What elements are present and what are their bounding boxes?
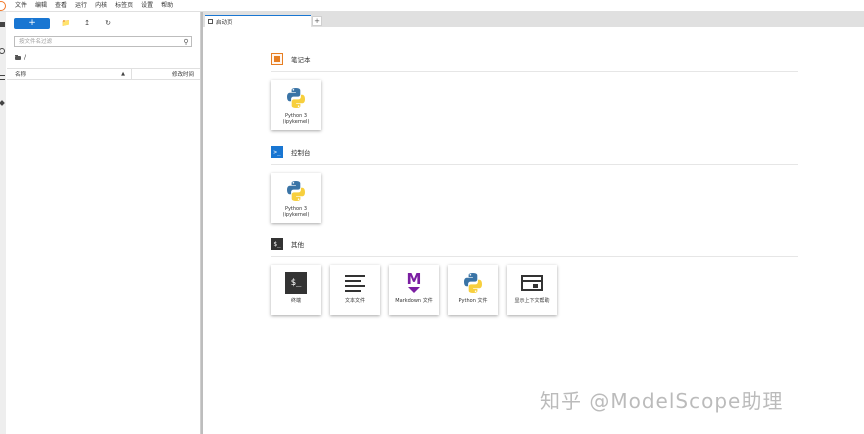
column-header-modified[interactable]: 修改时间 [132, 70, 200, 78]
breadcrumb: / [15, 54, 26, 61]
context-help-icon [521, 275, 543, 291]
section-title-console: 控制台 [291, 149, 311, 157]
menu-file[interactable]: 文件 [11, 0, 31, 11]
refresh-icon[interactable]: ↻ [103, 18, 113, 28]
section-header-console: >_ 控制台 [271, 145, 798, 165]
card-label: Python 文件 [458, 298, 488, 304]
file-browser-folder-icon[interactable] [0, 22, 5, 27]
file-browser-toolbar: + 📁 ↥ ↻ [14, 17, 113, 29]
launcher-section-notebook: 笔记本 Python 3 (ipykernel) [271, 52, 798, 130]
command-palette-icon[interactable] [0, 75, 5, 80]
column-header-name-label: 名称 [15, 72, 27, 78]
card-label: Python 3 (ipykernel) [282, 206, 310, 218]
menu-edit[interactable]: 编辑 [31, 0, 51, 11]
extension-puzzle-icon[interactable] [0, 100, 5, 106]
tab-launcher-label: 启动页 [216, 19, 233, 26]
jupyterlab-window: 文件 编辑 查看 运行 内核 标签页 设置 帮助 + 📁 ↥ ↻ ⚲ / [0, 0, 864, 434]
tab-bar: 启动页 + [203, 12, 864, 27]
left-activity-bar [0, 12, 6, 434]
tab-launcher[interactable]: 启动页 [205, 15, 311, 27]
terminal-icon: $_ [271, 238, 283, 250]
section-header-notebook: 笔记本 [271, 52, 798, 72]
terminal-icon: $_ [285, 272, 307, 294]
home-folder-icon[interactable] [15, 54, 21, 60]
launcher-card-context-help[interactable]: 显示上下文帮助 [507, 265, 557, 315]
section-title-other: 其他 [291, 241, 304, 249]
card-label: 文本文件 [344, 298, 365, 304]
launcher-card-notebook-python3[interactable]: Python 3 (ipykernel) [271, 80, 321, 130]
add-tab-button[interactable]: + [312, 16, 322, 26]
launcher-card-markdown-file[interactable]: M Markdown 文件 [389, 265, 439, 315]
running-sessions-icon[interactable] [0, 48, 5, 54]
card-label: 显示上下文帮助 [514, 298, 550, 304]
launcher-tab-icon [208, 19, 213, 24]
markdown-icon: M [403, 272, 425, 294]
column-header-name[interactable]: 名称 ▲ [7, 69, 132, 79]
launcher-section-console: >_ 控制台 Python 3 (ipykernel) [271, 145, 798, 223]
console-icon: >_ [271, 146, 283, 158]
upload-icon[interactable]: ↥ [82, 18, 92, 28]
new-launcher-button[interactable]: + [14, 17, 50, 29]
menu-run[interactable]: 运行 [71, 0, 91, 11]
file-filter-input[interactable] [15, 37, 181, 46]
menu-settings[interactable]: 设置 [137, 0, 157, 11]
launcher-card-console-python3[interactable]: Python 3 (ipykernel) [271, 173, 321, 223]
breadcrumb-root[interactable]: / [24, 54, 26, 61]
python-logo-icon [284, 87, 308, 109]
search-icon: ⚲ [183, 37, 189, 46]
launcher-section-other: $_ 其他 $_ 终端 文本文件 M Markdown 文件 Python 文件… [271, 237, 798, 315]
jupyter-logo-icon [0, 0, 11, 11]
file-browser-panel: + 📁 ↥ ↻ ⚲ / 名称 ▲ 修改时间 [7, 12, 201, 434]
launcher-card-python-file[interactable]: Python 文件 [448, 265, 498, 315]
card-label: Markdown 文件 [395, 298, 433, 304]
watermark-text: 知乎 @ModelScope助理 [540, 389, 784, 413]
text-file-icon [345, 273, 365, 293]
python-logo-icon [284, 180, 308, 202]
menu-tabs[interactable]: 标签页 [111, 0, 137, 11]
notebook-icon [271, 53, 283, 65]
file-list-header: 名称 ▲ 修改时间 [7, 68, 200, 80]
python-logo-icon [461, 272, 485, 294]
sort-caret-up-icon: ▲ [121, 71, 125, 77]
card-label: 终端 [290, 298, 301, 304]
main-dock-area: 启动页 + 笔记本 Python 3 (ipykernel) >_ 控制台 Py… [203, 12, 864, 434]
menu-view[interactable]: 查看 [51, 0, 71, 11]
section-header-other: $_ 其他 [271, 237, 798, 257]
launcher-card-text-file[interactable]: 文本文件 [330, 265, 380, 315]
menu-help[interactable]: 帮助 [157, 0, 177, 11]
card-label: Python 3 (ipykernel) [282, 113, 310, 125]
launcher-card-terminal[interactable]: $_ 终端 [271, 265, 321, 315]
menu-bar: 文件 编辑 查看 运行 内核 标签页 设置 帮助 [0, 0, 864, 12]
new-folder-icon[interactable]: 📁 [61, 18, 71, 28]
file-filter-search-box: ⚲ [14, 36, 192, 47]
section-title-notebook: 笔记本 [291, 56, 311, 64]
menu-kernel[interactable]: 内核 [91, 0, 111, 11]
